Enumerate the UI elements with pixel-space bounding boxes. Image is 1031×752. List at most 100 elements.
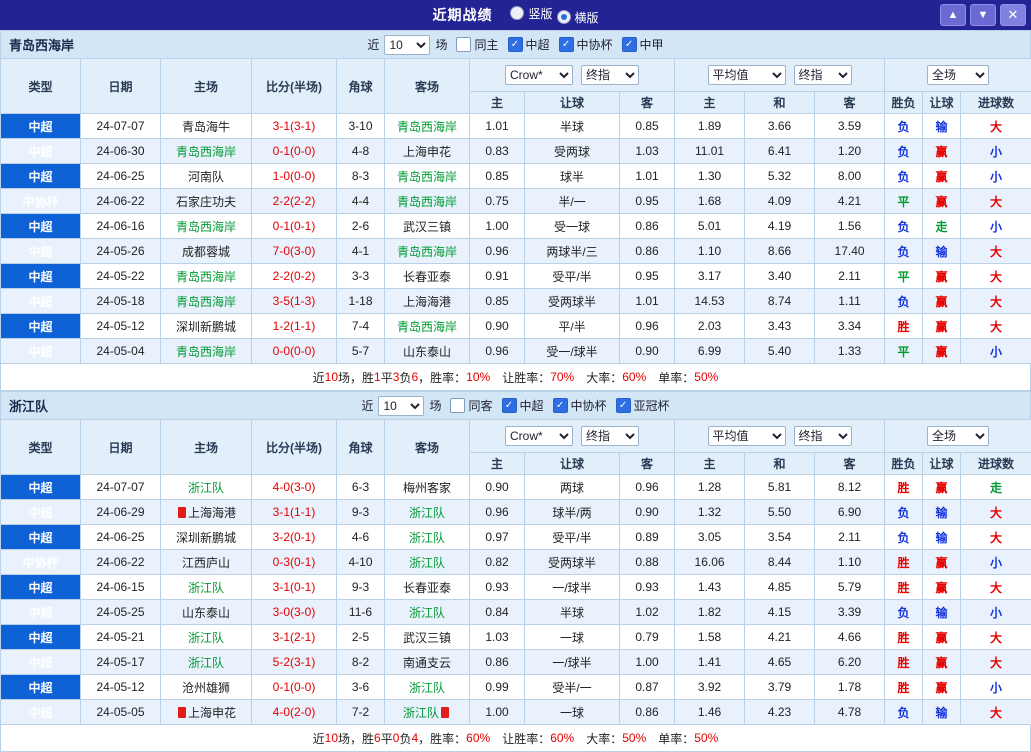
checkbox-icon[interactable]: ✓: [508, 37, 523, 52]
radio-vertical[interactable]: 竖版: [510, 5, 552, 22]
avg-away-odds: 4.21: [815, 189, 885, 214]
checkbox-icon[interactable]: ✓: [553, 398, 568, 413]
summary-segment: 近: [313, 369, 325, 386]
checkbox-icon[interactable]: ✓: [616, 398, 631, 413]
handicap-away-odds: 1.00: [620, 650, 675, 675]
radio-label: 竖版: [528, 5, 552, 22]
handicap-home-odds: 0.96: [470, 339, 525, 364]
avg-away-odds: 2.11: [815, 525, 885, 550]
away-team-cell: 浙江队: [385, 700, 470, 725]
average-select[interactable]: 平均值: [708, 426, 786, 446]
team-label: 浙江队: [409, 606, 445, 620]
summary-segment: 大率：: [574, 730, 622, 747]
date-cell: 24-06-16: [81, 214, 161, 239]
handicap-away-odds: 0.88: [620, 550, 675, 575]
avg-draw-odds: 5.81: [745, 475, 815, 500]
team-label: 山东泰山: [403, 345, 451, 359]
result-handicap: 赢: [923, 625, 961, 650]
filter-checkbox[interactable]: ✓亚冠杯: [616, 397, 670, 414]
result-handicap: 输: [923, 525, 961, 550]
scope-select[interactable]: 全场: [927, 426, 989, 446]
corner-cell: 9-3: [337, 500, 385, 525]
checkbox-icon[interactable]: ✓: [502, 398, 517, 413]
window-title: 近期战绩: [432, 5, 492, 25]
match-count-select[interactable]: 10: [384, 35, 430, 55]
handicap-away-odds: 0.96: [620, 475, 675, 500]
filter-checkbox[interactable]: ✓中协杯: [553, 397, 607, 414]
section-summary: 近10场，胜1平3负6，胜率：10% 让胜率：70% 大率：60% 单率：50%: [0, 364, 1031, 391]
score-cell: 3-5(1-3): [252, 289, 337, 314]
avg-home-odds: 11.01: [675, 139, 745, 164]
summary-segment: 让胜率：: [490, 730, 550, 747]
away-team-cell: 浙江队: [385, 525, 470, 550]
result-outcome: 胜: [885, 675, 923, 700]
home-team-cell: 青岛西海岸: [161, 139, 252, 164]
summary-segment: ，胜率：: [418, 730, 466, 747]
avg-draw-odds: 3.40: [745, 264, 815, 289]
date-cell: 24-06-29: [81, 500, 161, 525]
avg-draw-odds: 8.66: [745, 239, 815, 264]
checkbox-icon[interactable]: [450, 398, 465, 413]
match-row: 中超24-06-16青岛西海岸0-1(0-1)2-6武汉三镇1.00受一球0.8…: [1, 214, 1031, 239]
match-count-select[interactable]: 10: [378, 396, 424, 416]
summary-segment: ，胜率：: [418, 369, 466, 386]
col-header: 日期: [81, 420, 161, 475]
final-average-select[interactable]: 终指: [794, 65, 852, 85]
home-team-cell: 深圳新鹏城: [161, 314, 252, 339]
avg-away-odds: 1.78: [815, 675, 885, 700]
checkbox-icon[interactable]: ✓: [622, 37, 637, 52]
checkbox-icon[interactable]: ✓: [559, 37, 574, 52]
checkbox-label: 同客: [468, 397, 492, 414]
filter-controls: 近10场同客✓中超✓中协杯✓亚冠杯: [361, 396, 669, 416]
match-row: 中超24-06-29上海海港3-1(1-1)9-3浙江队0.96球半/两0.90…: [1, 500, 1031, 525]
radio-icon[interactable]: [510, 6, 524, 20]
filter-checkbox[interactable]: ✓中甲: [622, 36, 664, 53]
avg-draw-odds: 3.66: [745, 114, 815, 139]
team-label: 浙江队: [188, 631, 224, 645]
result-goals: 大: [961, 525, 1031, 550]
scroll-up-button[interactable]: ▲: [940, 4, 966, 26]
filter-checkbox[interactable]: ✓中协杯: [559, 36, 613, 53]
checkbox-icon[interactable]: [456, 37, 471, 52]
home-team-cell: 沧州雄狮: [161, 675, 252, 700]
average-select[interactable]: 平均值: [708, 65, 786, 85]
scope-select[interactable]: 全场: [927, 65, 989, 85]
result-goals: 大: [961, 700, 1031, 725]
bookmaker-select[interactable]: Crow*: [505, 65, 573, 85]
team-label: 青岛西海岸: [176, 295, 236, 309]
corner-cell: 9-3: [337, 575, 385, 600]
handicap-away-odds: 0.86: [620, 239, 675, 264]
avg-home-odds: 1.68: [675, 189, 745, 214]
match-row: 中超24-06-15浙江队3-1(0-1)9-3长春亚泰0.93一/球半0.93…: [1, 575, 1031, 600]
col-subheader: 胜负: [885, 92, 923, 114]
close-button[interactable]: ✕: [1000, 4, 1026, 26]
bookmaker-select[interactable]: Crow*: [505, 426, 573, 446]
scroll-down-button[interactable]: ▼: [970, 4, 996, 26]
final-odds-select[interactable]: 终指: [581, 65, 639, 85]
radio-icon[interactable]: [557, 10, 571, 24]
filter-checkbox[interactable]: 同主: [456, 36, 498, 53]
summary-segment: 平: [381, 730, 393, 747]
red-card-icon: [178, 507, 186, 518]
filter-checkbox[interactable]: ✓中超: [508, 36, 550, 53]
match-row: 中超24-05-12深圳新鹏城1-2(1-1)7-4青岛西海岸0.90平/半0.…: [1, 314, 1031, 339]
date-cell: 24-07-07: [81, 114, 161, 139]
home-team-cell: 山东泰山: [161, 600, 252, 625]
avg-away-odds: 4.66: [815, 625, 885, 650]
avg-draw-odds: 3.79: [745, 675, 815, 700]
radio-horizontal[interactable]: 横版: [557, 9, 599, 26]
handicap-home-odds: 0.90: [470, 475, 525, 500]
final-average-select[interactable]: 终指: [794, 426, 852, 446]
filter-checkbox[interactable]: ✓中超: [502, 397, 544, 414]
league-type-cell: 中协杯: [1, 189, 81, 214]
final-odds-select[interactable]: 终指: [581, 426, 639, 446]
filter-checkbox[interactable]: 同客: [450, 397, 492, 414]
handicap-away-odds: 0.85: [620, 114, 675, 139]
avg-home-odds: 1.82: [675, 600, 745, 625]
result-outcome: 负: [885, 600, 923, 625]
team-label: 长春亚泰: [403, 270, 451, 284]
col-subheader: 让球: [525, 92, 620, 114]
col-subheader: 客: [815, 453, 885, 475]
avg-away-odds: 8.12: [815, 475, 885, 500]
result-handicap: 输: [923, 600, 961, 625]
